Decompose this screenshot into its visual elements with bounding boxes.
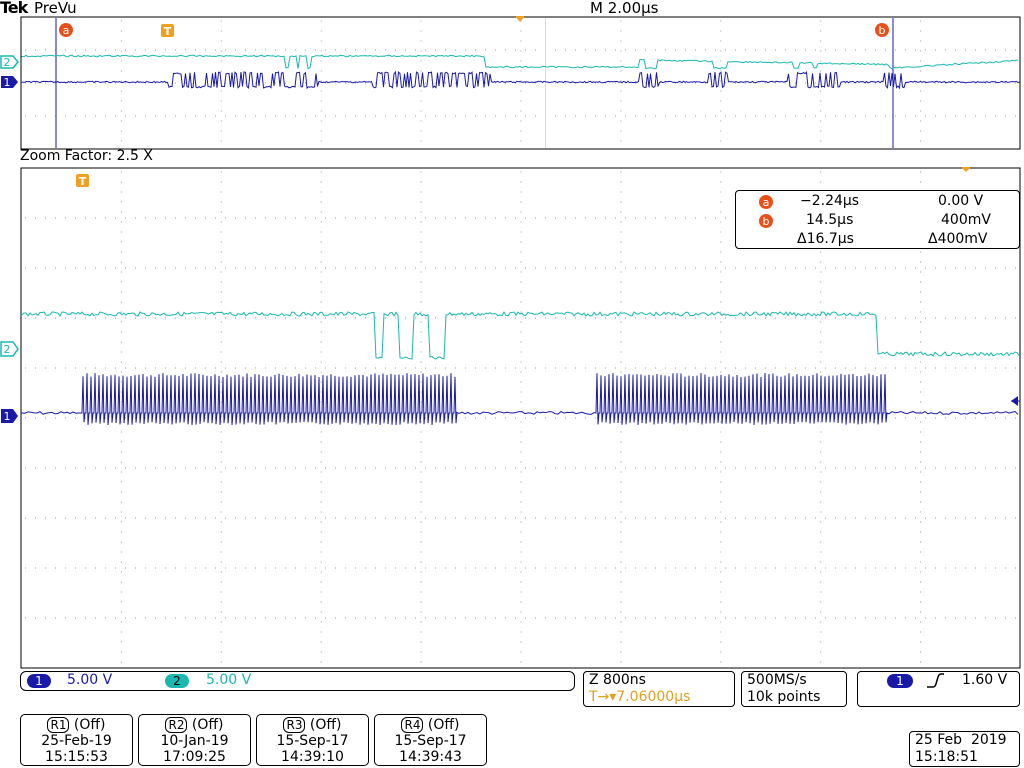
cursor-delta-voltage: Δ400mV xyxy=(928,231,988,247)
ref-r1-time: 15:15:53 xyxy=(45,749,108,765)
trigger-level: 1.60 V xyxy=(962,672,1008,688)
zoom-ch1-marker: 1 xyxy=(1,409,18,423)
clock-time: 15:18:51 xyxy=(915,749,978,765)
ref-r2-box[interactable]: R2 (Off) 10-Jan-19 17:09:25 xyxy=(138,714,251,766)
ref-r4-date: 15-Sep-17 xyxy=(394,733,467,749)
overview-ch2-marker: 2 xyxy=(0,55,19,69)
cursor-b-voltage: 400mV xyxy=(941,212,991,228)
ch1-scale[interactable]: 5.00 V xyxy=(67,672,112,688)
ref-r2-time: 17:09:25 xyxy=(163,749,226,765)
zoom-trigger-badge: T xyxy=(76,174,89,188)
svg-text:T: T xyxy=(164,25,172,38)
trigger-time-position: T→▾7.06000µs xyxy=(589,689,691,705)
zoom-ch2-marker: 2 xyxy=(0,341,19,357)
ref-r3-time: 14:39:10 xyxy=(281,749,344,765)
zoom-scale: Z 800ns xyxy=(589,672,646,688)
overview-ch1-marker: 1 xyxy=(1,76,18,89)
cursor-delta-time: Δ16.7µs xyxy=(797,231,854,247)
record-length: 10k points xyxy=(747,689,821,705)
svg-text:1: 1 xyxy=(4,410,11,423)
ref-r3-title: R3 (Off) xyxy=(257,717,368,733)
svg-text:2: 2 xyxy=(4,343,11,356)
svg-text:1: 1 xyxy=(4,76,11,89)
ch1-badge[interactable]: 1 xyxy=(27,674,51,688)
overview-trigger-badge: T xyxy=(161,24,174,38)
ref-r2-date: 10-Jan-19 xyxy=(160,733,229,749)
overview-zoom-window xyxy=(545,18,546,148)
svg-text:a: a xyxy=(63,24,70,37)
svg-text:2: 2 xyxy=(4,56,11,69)
ref-r4-title: R4 (Off) xyxy=(375,717,486,733)
ref-r1-box[interactable]: R1 (Off) 25-Feb-19 15:15:53 xyxy=(20,714,133,766)
ref-r3-box[interactable]: R3 (Off) 15-Sep-17 14:39:10 xyxy=(256,714,369,766)
ref-r3-date: 15-Sep-17 xyxy=(276,733,349,749)
ref-r4-box[interactable]: R4 (Off) 15-Sep-17 14:39:43 xyxy=(374,714,487,766)
ref-r2-title: R2 (Off) xyxy=(139,717,250,733)
trigger-source-badge: 1 xyxy=(887,674,913,688)
ch2-badge[interactable]: 2 xyxy=(165,674,189,688)
ch2-scale[interactable]: 5.00 V xyxy=(206,672,251,688)
scope-display: a b T T 2 1 2 1 xyxy=(0,16,1021,669)
cursor-a-time: −2.24µs xyxy=(800,193,860,209)
sample-rate: 500MS/s xyxy=(747,672,807,688)
cursor-b-badge: b xyxy=(875,23,889,37)
cursor-a-badge: a xyxy=(59,23,73,37)
ref-r4-time: 14:39:43 xyxy=(399,749,462,765)
cursor-a-voltage: 0.00 V xyxy=(938,193,984,209)
ref-r1-title: R1 (Off) xyxy=(21,717,132,733)
ref-r1-date: 25-Feb-19 xyxy=(41,733,112,749)
svg-text:T: T xyxy=(79,175,87,188)
clock-date: 25 Feb 2019 xyxy=(915,732,1007,748)
svg-text:b: b xyxy=(879,24,886,37)
cursor-b-time: 14.5µs xyxy=(806,212,854,228)
